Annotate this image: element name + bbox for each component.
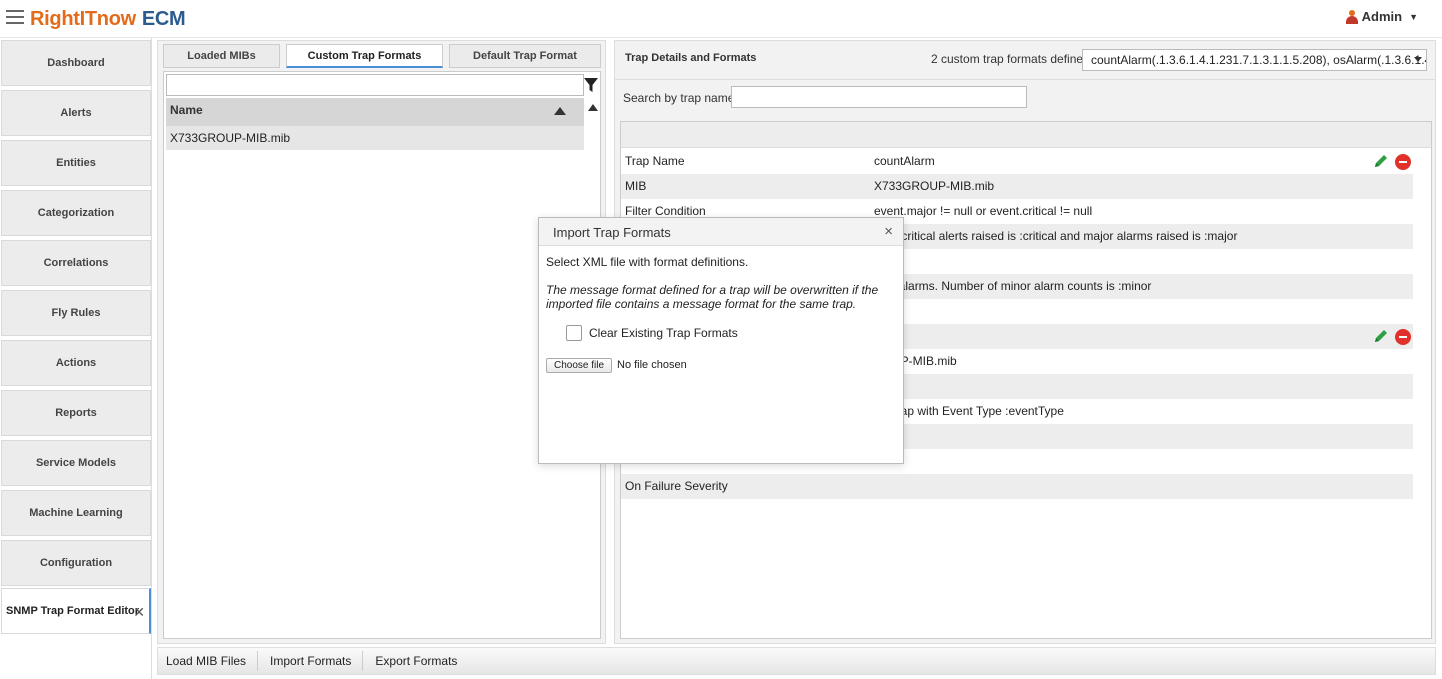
- tab-custom-trap-formats[interactable]: Custom Trap Formats: [286, 44, 443, 68]
- delete-icon[interactable]: [1395, 329, 1411, 345]
- delete-icon[interactable]: [1395, 154, 1411, 170]
- logo-part-1: RightIT: [30, 8, 97, 30]
- chevron-down-icon: [1414, 57, 1422, 62]
- format-count: 2 custom trap formats defined: [931, 52, 1090, 66]
- file-status: No file chosen: [617, 359, 687, 371]
- import-trap-formats-dialog: Import Trap Formats × Select XML file wi…: [538, 217, 904, 464]
- hamburger-menu-icon[interactable]: [6, 10, 24, 24]
- logo-part-3: ECM: [141, 8, 186, 30]
- sidebar-item-label: Entities: [56, 157, 96, 169]
- user-name: Admin: [1361, 9, 1403, 24]
- row-value: X733GROUP-MIB.mib: [874, 179, 995, 193]
- load-mib-files-button[interactable]: Load MIB Files: [158, 651, 259, 671]
- sidebar-item-label: Machine Learning: [29, 507, 123, 519]
- sidebar-item-fly-rules[interactable]: Fly Rules: [1, 290, 151, 336]
- app-header: RightITnow ECM Admin ▼: [0, 0, 1442, 38]
- import-formats-button[interactable]: Import Formats: [258, 651, 364, 671]
- sidebar-item-label: Configuration: [39, 557, 113, 569]
- sidebar-item-label: Reports: [55, 407, 97, 419]
- tab-label: Loaded MIBs: [187, 50, 256, 62]
- table-header: [621, 122, 1431, 148]
- table-row: On Failure Severity: [621, 474, 1413, 499]
- scroll-up-arrow-icon[interactable]: [588, 104, 598, 111]
- row-value: event.major != null or event.critical !=…: [874, 204, 1093, 218]
- row-value: countAlarm: [874, 154, 935, 168]
- sort-ascending-icon[interactable]: [554, 107, 566, 115]
- sidebar-item-label: Dashboard: [47, 57, 105, 69]
- trap-format-select[interactable]: countAlarm(.1.3.6.1.4.1.231.7.1.3.1.1.5.…: [1082, 49, 1427, 71]
- sidebar-item-machine-learning[interactable]: Machine Learning: [1, 490, 151, 536]
- sidebar-item-label: Actions: [55, 357, 97, 369]
- sidebar-item-service-models[interactable]: Service Models: [1, 440, 151, 486]
- choose-file-button[interactable]: Choose file: [546, 358, 612, 373]
- tab-label: Custom Trap Formats: [307, 49, 422, 62]
- sidebar-item-categorization[interactable]: Categorization: [1, 190, 151, 236]
- dialog-note: The message format defined for a trap wi…: [546, 283, 879, 311]
- sidebar-item-configuration[interactable]: Configuration: [1, 540, 151, 586]
- mib-list: Name X733GROUP-MIB.mib: [163, 71, 601, 639]
- clear-existing-checkbox[interactable]: [566, 325, 582, 341]
- sidebar-item-alerts[interactable]: Alerts: [1, 90, 151, 136]
- row-value: tical alarms. Number of minor alarm coun…: [874, 279, 1152, 293]
- sidebar-item-entities[interactable]: Entities: [1, 140, 151, 186]
- dialog-instruction: Select XML file with format definitions.: [546, 255, 749, 269]
- row-key: Trap Name: [625, 154, 685, 168]
- user-icon: [1345, 9, 1358, 24]
- tab-default-trap-format[interactable]: Default Trap Format: [449, 44, 601, 68]
- row-key: MIB: [625, 179, 647, 193]
- chevron-down-icon: ▼: [1409, 11, 1418, 22]
- logo-part-2: now: [96, 8, 136, 30]
- tab-label: Default Trap Format: [473, 50, 577, 62]
- sidebar-item-label: Categorization: [37, 207, 115, 219]
- close-icon[interactable]: ✕: [133, 604, 145, 621]
- filter-icon[interactable]: [583, 74, 599, 96]
- user-menu[interactable]: Admin ▼: [1345, 9, 1418, 24]
- search-label: Search by trap name :: [623, 91, 742, 105]
- search-input[interactable]: [731, 86, 1027, 108]
- sidebar-item-label: Correlations: [43, 257, 109, 269]
- app-logo: RightITnow ECM: [30, 8, 186, 31]
- tab-loaded-mibs[interactable]: Loaded MIBs: [163, 44, 280, 68]
- filter-input[interactable]: [166, 74, 584, 96]
- table-row: Trap Name countAlarm: [621, 149, 1413, 174]
- dialog-title: Import Trap Formats: [553, 225, 671, 240]
- sidebar: Dashboard Alerts Entities Categorization…: [0, 38, 152, 679]
- divider: [615, 79, 1435, 80]
- edit-pencil-icon[interactable]: [1373, 328, 1389, 344]
- list-item-label: X733GROUP-MIB.mib: [170, 131, 291, 145]
- bottom-toolbar: Load MIB Files Import Formats Export For…: [157, 647, 1436, 675]
- row-key: On Failure Severity: [625, 479, 728, 493]
- list-item[interactable]: X733GROUP-MIB.mib: [166, 126, 584, 150]
- edit-pencil-icon[interactable]: [1373, 153, 1389, 169]
- export-formats-button[interactable]: Export Formats: [363, 651, 468, 671]
- sidebar-item-label: SNMP Trap Format Editor: [6, 605, 140, 617]
- sidebar-item-label: Fly Rules: [51, 307, 101, 319]
- panel-title: Trap Details and Formats: [625, 52, 757, 64]
- column-header-name[interactable]: Name: [166, 98, 584, 126]
- row-value: er of critical alerts raised is :critica…: [874, 229, 1238, 243]
- table-row: MIB X733GROUP-MIB.mib: [621, 174, 1413, 199]
- sidebar-item-dashboard[interactable]: Dashboard: [1, 40, 151, 86]
- sidebar-item-correlations[interactable]: Correlations: [1, 240, 151, 286]
- trap-format-select-value: countAlarm(.1.3.6.1.4.1.231.7.1.3.1.1.5.…: [1091, 53, 1426, 67]
- dialog-header: Import Trap Formats ×: [539, 218, 903, 246]
- close-icon[interactable]: ×: [884, 223, 893, 240]
- column-header-label: Name: [170, 103, 203, 117]
- sidebar-item-reports[interactable]: Reports: [1, 390, 151, 436]
- sidebar-item-label: Service Models: [35, 457, 117, 469]
- clear-existing-label[interactable]: Clear Existing Trap Formats: [589, 326, 738, 340]
- sidebar-item-actions[interactable]: Actions: [1, 340, 151, 386]
- sidebar-item-snmp-trap-format-editor[interactable]: SNMP Trap Format Editor ✕: [1, 588, 151, 634]
- sidebar-item-label: Alerts: [60, 107, 92, 119]
